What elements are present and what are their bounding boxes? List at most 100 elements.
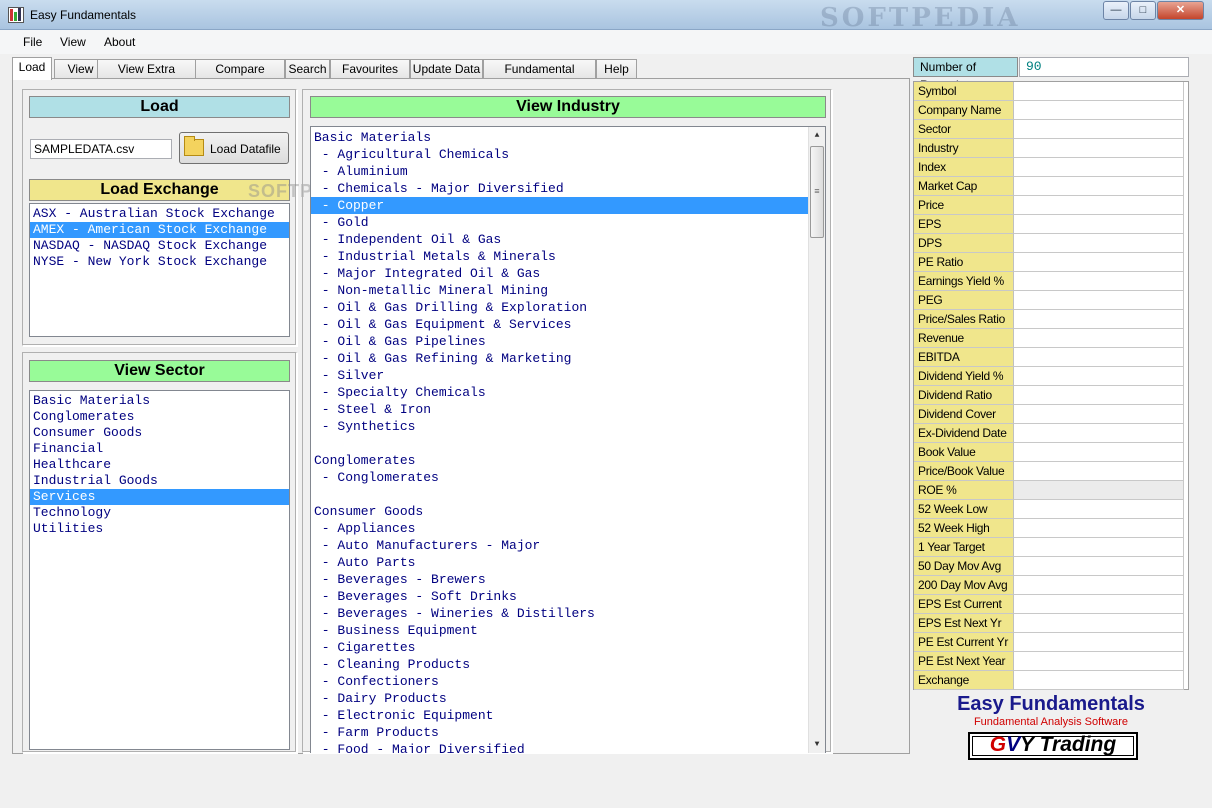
industry-list-item[interactable]: Conglomerates	[311, 452, 809, 469]
exchange-list-item[interactable]: NYSE - New York Stock Exchange	[30, 254, 289, 270]
detail-value[interactable]	[1014, 367, 1184, 386]
sector-list-item[interactable]: Healthcare	[30, 457, 289, 473]
industry-list-item[interactable]: - Non-metallic Mineral Mining	[311, 282, 809, 299]
menu-file[interactable]: File	[23, 35, 42, 49]
detail-value[interactable]	[1014, 101, 1184, 120]
detail-value[interactable]	[1014, 424, 1184, 443]
industry-list-item[interactable]: - Industrial Metals & Minerals	[311, 248, 809, 265]
tab-load[interactable]: Load	[12, 57, 52, 80]
sector-list[interactable]: Basic Materials Conglomerates Consumer Goo…	[29, 390, 290, 750]
detail-value[interactable]	[1014, 519, 1184, 538]
sector-list-item[interactable]: Basic Materials	[30, 393, 289, 409]
app-icon[interactable]	[8, 7, 24, 23]
industry-list-item[interactable]: - Gold	[311, 214, 809, 231]
industry-list-item[interactable]: - Steel & Iron	[311, 401, 809, 418]
industry-list-item[interactable]: - Confectioners	[311, 673, 809, 690]
industry-list-item[interactable]: - Chemicals - Major Diversified	[311, 180, 809, 197]
tab-compare-stocks[interactable]: Compare Stocks	[195, 59, 285, 94]
industry-list-item[interactable]: - Aluminium	[311, 163, 809, 180]
tab-update-data[interactable]: Update Data	[410, 59, 483, 79]
detail-value[interactable]	[1014, 595, 1184, 614]
sector-list-item[interactable]: Technology	[30, 505, 289, 521]
industry-list[interactable]: Basic Materials - Agricultural Chemicals…	[310, 126, 826, 753]
detail-value[interactable]	[1014, 139, 1184, 158]
load-datafile-button[interactable]: Load Datafile	[179, 132, 289, 164]
sector-list-item[interactable]: Consumer Goods	[30, 425, 289, 441]
detail-value[interactable]	[1014, 633, 1184, 652]
industry-list-item[interactable]: - Beverages - Soft Drinks	[311, 588, 809, 605]
industry-scrollbar[interactable]: ▲ ≡ ▼	[808, 127, 825, 753]
industry-list-item[interactable]: - Conglomerates	[311, 469, 809, 486]
detail-value[interactable]	[1014, 405, 1184, 424]
industry-list-item[interactable]: - Dairy Products	[311, 690, 809, 707]
industry-list-item[interactable]: - Oil & Gas Equipment & Services	[311, 316, 809, 333]
detail-value[interactable]	[1014, 82, 1184, 101]
detail-value[interactable]	[1014, 576, 1184, 595]
exchange-list-item[interactable]: AMEX - American Stock Exchange	[30, 222, 289, 238]
close-button[interactable]: ✕	[1157, 1, 1204, 20]
detail-value[interactable]	[1014, 234, 1184, 253]
sector-list-item[interactable]: Financial	[30, 441, 289, 457]
industry-list-item[interactable]: - Oil & Gas Drilling & Exploration	[311, 299, 809, 316]
detail-value[interactable]	[1014, 272, 1184, 291]
sector-list-item[interactable]: Utilities	[30, 521, 289, 537]
industry-list-item[interactable]: - Cleaning Products	[311, 656, 809, 673]
detail-value[interactable]	[1014, 443, 1184, 462]
detail-value[interactable]	[1014, 557, 1184, 576]
industry-list-item[interactable]: - Beverages - Wineries & Distillers	[311, 605, 809, 622]
industry-list-item[interactable]	[311, 435, 809, 452]
detail-value[interactable]	[1014, 158, 1184, 177]
maximize-button[interactable]: □	[1130, 1, 1156, 20]
industry-list-item[interactable]: - Silver	[311, 367, 809, 384]
detail-value[interactable]	[1014, 310, 1184, 329]
menu-view[interactable]: View	[60, 35, 86, 49]
detail-value[interactable]	[1014, 120, 1184, 139]
detail-value[interactable]	[1014, 253, 1184, 272]
industry-list-item[interactable]: - Synthetics	[311, 418, 809, 435]
detail-value[interactable]	[1014, 386, 1184, 405]
tab-help[interactable]: Help	[596, 59, 637, 79]
industry-list-item[interactable]: Basic Materials	[311, 129, 809, 146]
industry-list-item[interactable]: - Auto Manufacturers - Major	[311, 537, 809, 554]
detail-value[interactable]	[1014, 481, 1184, 500]
industry-list-item[interactable]: - Major Integrated Oil & Gas	[311, 265, 809, 282]
tab-fundamental-analysis[interactable]: Fundamental Analysis	[483, 59, 596, 94]
industry-list-item[interactable]: - Oil & Gas Pipelines	[311, 333, 809, 350]
detail-value[interactable]	[1014, 538, 1184, 557]
menu-about[interactable]: About	[104, 35, 135, 49]
tab-view-extra-details[interactable]: View Extra Details	[97, 59, 196, 94]
industry-list-item[interactable]	[311, 486, 809, 503]
exchange-list-item[interactable]: NASDAQ - NASDAQ Stock Exchange	[30, 238, 289, 254]
industry-list-item[interactable]: - Agricultural Chemicals	[311, 146, 809, 163]
detail-value[interactable]	[1014, 652, 1184, 671]
industry-list-item[interactable]: Consumer Goods	[311, 503, 809, 520]
industry-list-item[interactable]: - Auto Parts	[311, 554, 809, 571]
industry-list-item[interactable]: - Specialty Chemicals	[311, 384, 809, 401]
exchange-list[interactable]: ASX - Australian Stock Exchange AMEX - Am…	[29, 203, 290, 337]
detail-value[interactable]	[1014, 348, 1184, 367]
detail-value[interactable]	[1014, 177, 1184, 196]
sector-list-item[interactable]: Services	[30, 489, 289, 505]
industry-list-item[interactable]: - Independent Oil & Gas	[311, 231, 809, 248]
industry-list-item[interactable]: - Cigarettes	[311, 639, 809, 656]
datafile-input[interactable]	[30, 139, 172, 159]
industry-list-item[interactable]: - Food - Major Diversified	[311, 741, 809, 753]
detail-value[interactable]	[1014, 196, 1184, 215]
industry-list-item[interactable]: - Oil & Gas Refining & Marketing	[311, 350, 809, 367]
tab-search[interactable]: Search	[285, 59, 330, 79]
industry-list-item[interactable]: - Farm Products	[311, 724, 809, 741]
detail-value[interactable]	[1014, 500, 1184, 519]
exchange-list-item[interactable]: ASX - Australian Stock Exchange	[30, 206, 289, 222]
detail-value[interactable]	[1014, 462, 1184, 481]
sector-list-item[interactable]: Conglomerates	[30, 409, 289, 425]
industry-list-item[interactable]: - Beverages - Brewers	[311, 571, 809, 588]
industry-list-item[interactable]: - Copper	[311, 197, 809, 214]
detail-value[interactable]	[1014, 291, 1184, 310]
tab-favourites-list[interactable]: Favourites List	[330, 59, 410, 94]
detail-value[interactable]	[1014, 215, 1184, 234]
sector-list-item[interactable]: Industrial Goods	[30, 473, 289, 489]
scroll-thumb[interactable]: ≡	[810, 146, 824, 238]
industry-list-item[interactable]: - Appliances	[311, 520, 809, 537]
detail-value[interactable]	[1014, 671, 1184, 690]
minimize-button[interactable]: —	[1103, 1, 1129, 20]
